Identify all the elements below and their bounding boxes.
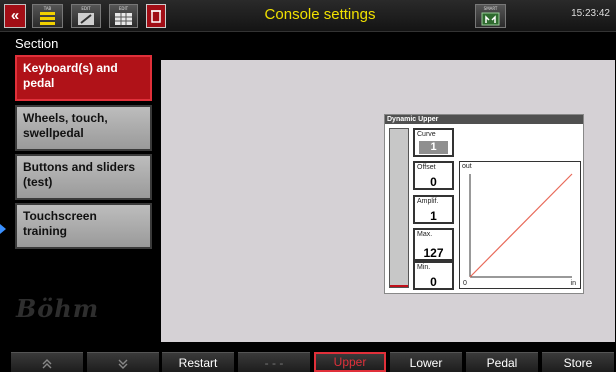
brand-logo: Böhm <box>16 294 100 323</box>
min-label: Min. <box>417 264 431 271</box>
lower-button[interactable]: Lower <box>390 352 462 372</box>
upper-button[interactable]: Upper <box>314 352 386 372</box>
pedal-button[interactable]: Pedal <box>466 352 538 372</box>
trash-icon[interactable] <box>146 4 166 28</box>
amplification-label: Amplif. <box>417 198 439 205</box>
dynamic-panel-title: Dynamic Upper <box>385 115 583 124</box>
clock: 15:23:42 <box>571 8 610 19</box>
store-button[interactable]: Store <box>542 352 614 372</box>
edit-table-icon[interactable]: EDIT <box>109 4 138 28</box>
min-field[interactable]: Min. 0 <box>413 261 454 290</box>
section-keyboards-pedal[interactable]: Keyboard(s) and pedal <box>15 55 152 101</box>
dynamic-curve-graph: out 0 in <box>459 161 581 289</box>
trash-glyph <box>151 10 161 23</box>
curve-label: Curve <box>417 131 436 138</box>
selection-pointer-icon <box>0 224 6 234</box>
restart-button[interactable]: Restart <box>162 352 234 372</box>
velocity-meter <box>389 128 409 288</box>
edit-sound-icon[interactable]: EDIT <box>71 4 101 28</box>
curve-field[interactable]: Curve 1 <box>413 128 454 157</box>
max-label: Max. <box>417 231 433 238</box>
edit-table-icon-label: EDIT <box>118 6 129 11</box>
page-title: Console settings <box>264 6 376 23</box>
offset-field[interactable]: Offset 0 <box>413 161 454 190</box>
scroll-up-button[interactable] <box>11 352 83 372</box>
section-wheels-touch[interactable]: Wheels, touch, swellpedal <box>15 105 152 151</box>
section-touchscreen-training[interactable]: Touchscreen training <box>15 203 152 249</box>
double-chevron-up-icon <box>42 358 52 369</box>
amplification-value: 1 <box>430 209 437 223</box>
top-bar: « TAB EDIT EDIT Console settings SMART 1… <box>0 0 616 32</box>
back-button[interactable]: « <box>4 4 26 28</box>
max-field[interactable]: Max. 127 <box>413 228 454 261</box>
amplification-field[interactable]: Amplif. 1 <box>413 195 454 224</box>
smart-icon[interactable]: SMART <box>475 4 506 28</box>
section-buttons-sliders[interactable]: Buttons and sliders (test) <box>15 154 152 200</box>
scroll-down-button[interactable] <box>87 352 159 372</box>
curve-value: 1 <box>419 141 448 154</box>
max-value: 127 <box>423 246 444 260</box>
dynamic-upper-panel: Dynamic Upper Curve 1 Offset 0 Amplif. 1… <box>384 114 584 294</box>
double-chevron-down-icon <box>118 359 128 369</box>
bottom-bar: Restart - - - Upper Lower Pedal Store <box>0 352 616 372</box>
curve-plot <box>469 173 573 278</box>
min-value: 0 <box>430 275 437 289</box>
back-icon: « <box>10 7 20 24</box>
empty-button[interactable]: - - - <box>238 352 310 372</box>
edit-sound-icon-label: EDIT <box>81 6 91 11</box>
smart-icon-label: SMART <box>483 6 498 11</box>
dynamic-curve-line <box>469 173 573 278</box>
tab-icon[interactable]: TAB <box>32 4 63 28</box>
tab-icon-label: TAB <box>43 6 52 11</box>
offset-label: Offset <box>417 164 436 171</box>
offset-value: 0 <box>430 175 437 189</box>
section-heading: Section <box>15 36 59 51</box>
